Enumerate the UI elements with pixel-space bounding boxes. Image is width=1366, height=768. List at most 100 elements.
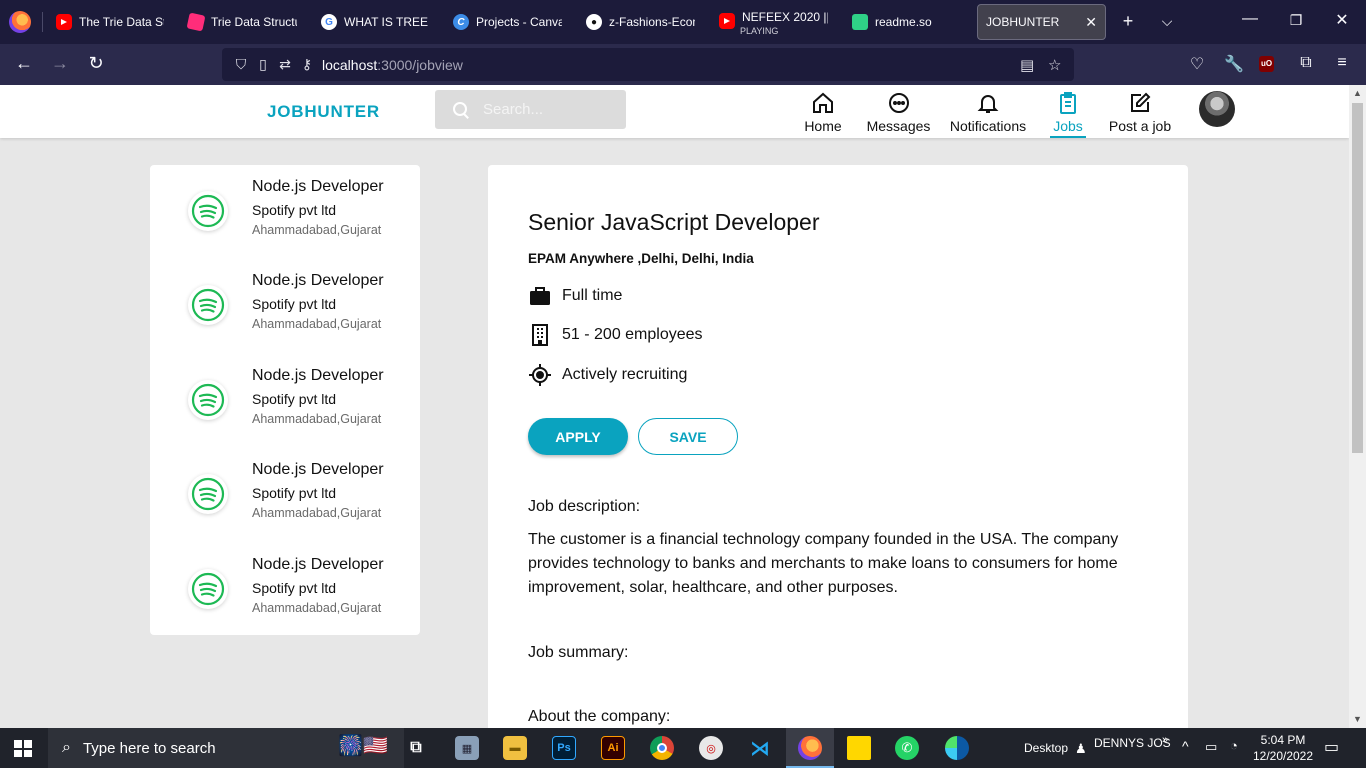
- job-list: Node.js Developer Spotify pvt ltd Ahamma…: [150, 165, 420, 635]
- nav-notifications[interactable]: Notifications: [946, 91, 1030, 138]
- scroll-thumb[interactable]: [1352, 103, 1363, 453]
- tab-jobhunter-active[interactable]: JOBHUNTER ✕: [977, 4, 1106, 40]
- wifi-icon[interactable]: ◔: [1230, 738, 1238, 753]
- recruiting-status-row: Actively recruiting: [528, 363, 687, 387]
- key-icon[interactable]: ⚷: [298, 56, 316, 73]
- job-list-item[interactable]: Node.js Developer Spotify pvt ltd Ahamma…: [150, 354, 420, 448]
- job-detail-panel: Senior JavaScript Developer EPAM Anywher…: [488, 165, 1188, 728]
- shield-icon[interactable]: ⛉: [232, 56, 250, 73]
- minimize-icon[interactable]: —: [1235, 10, 1265, 28]
- firefox-logo-icon[interactable]: [9, 11, 31, 33]
- windows-start-icon[interactable]: [14, 740, 32, 757]
- user-tray-label[interactable]: DENNYS JOS: [1094, 736, 1171, 750]
- photoshop-icon[interactable]: Ps: [552, 736, 576, 760]
- task-view-icon[interactable]: ⧉: [404, 736, 428, 760]
- vscode-icon[interactable]: ⋊: [748, 736, 772, 760]
- tab-trie-data-structure[interactable]: Trie Data Structur: [180, 4, 305, 40]
- scroll-up-icon[interactable]: ▲: [1352, 88, 1363, 98]
- new-tab-icon[interactable]: +: [1117, 11, 1139, 32]
- tab-what-is-tree[interactable]: G WHAT IS TREE DA: [313, 4, 438, 40]
- url-bar[interactable]: ⛉ ▯ ⇄ ⚷ localhost:3000/jobview ▤ ☆: [222, 48, 1074, 81]
- tab-canva-projects[interactable]: C Projects - Canva: [445, 4, 570, 40]
- wrench-icon[interactable]: 🔧: [1223, 54, 1245, 74]
- search-icon: ⌕: [62, 739, 71, 756]
- taskbar-search-box[interactable]: ⌕ Type here to search 🎆🇺🇸: [48, 728, 404, 768]
- photos-app-icon[interactable]: ▦: [455, 736, 479, 760]
- job-summary-heading: Job summary:: [528, 644, 629, 661]
- nav-post-a-job[interactable]: Post a job: [1106, 91, 1174, 138]
- back-arrow-icon[interactable]: ←: [12, 53, 36, 74]
- nav-home[interactable]: Home: [803, 91, 843, 138]
- sticky-notes-icon[interactable]: [847, 736, 871, 760]
- apply-button[interactable]: APPLY: [528, 418, 628, 455]
- close-tab-icon[interactable]: ✕: [1085, 14, 1097, 31]
- opera-gx-icon[interactable]: ◎: [699, 736, 723, 760]
- job-location: Ahammadabad,Gujarat: [252, 601, 382, 615]
- job-detail-title: Senior JavaScript Developer: [528, 209, 820, 235]
- list-tabs-chevron-icon[interactable]: ⌵: [1156, 13, 1178, 30]
- jobs-icon: [1060, 92, 1076, 114]
- job-list-item[interactable]: Node.js Developer Spotify pvt ltd Ahamma…: [150, 165, 420, 259]
- page-info-icon[interactable]: ▯: [254, 56, 272, 73]
- spotify-logo-icon: [188, 569, 228, 609]
- search-icon: [453, 101, 469, 118]
- tab-nefeex-playing[interactable]: NEFEEX 2020 || To PLAYING: [711, 4, 836, 40]
- notifications-center-icon[interactable]: ▭: [1324, 737, 1339, 757]
- tab-github-repo[interactable]: ● z-Fashions-Ecom: [578, 4, 703, 40]
- scroll-down-icon[interactable]: ▼: [1352, 714, 1363, 724]
- bookmark-star-icon[interactable]: ☆: [1048, 56, 1061, 74]
- job-list-item[interactable]: Node.js Developer Spotify pvt ltd Ahamma…: [150, 543, 420, 637]
- url-text[interactable]: localhost:3000/jobview: [322, 57, 463, 73]
- reader-view-icon[interactable]: ▤: [1020, 56, 1034, 74]
- edge-icon[interactable]: [945, 736, 969, 760]
- pocket-icon[interactable]: ♡: [1186, 54, 1208, 74]
- ublock-origin-icon[interactable]: uO: [1259, 56, 1281, 72]
- desktop-toolbar-label[interactable]: Desktop: [1024, 741, 1068, 755]
- page-scrollbar[interactable]: ▲ ▼: [1349, 85, 1366, 728]
- window-close-icon[interactable]: ✕: [1327, 10, 1357, 30]
- youtube-icon: [56, 14, 72, 30]
- tab-readme-so[interactable]: readme.so: [844, 4, 969, 40]
- search-input[interactable]: [483, 101, 613, 118]
- job-list-item[interactable]: Node.js Developer Spotify pvt ltd Ahamma…: [150, 448, 420, 542]
- firefox-icon[interactable]: [798, 736, 822, 760]
- trie-site-icon: [186, 12, 206, 32]
- home-icon: [813, 92, 833, 113]
- bell-icon: [977, 95, 999, 113]
- chevron-double-right-icon[interactable]: »: [1162, 734, 1168, 746]
- permissions-icon[interactable]: ⇄: [276, 56, 294, 73]
- building-icon: [532, 324, 548, 346]
- search-box[interactable]: [435, 90, 626, 129]
- job-company: Spotify pvt ltd: [252, 202, 337, 218]
- nav-jobs[interactable]: Jobs: [1050, 91, 1086, 138]
- job-title: Node.js Developer: [252, 556, 384, 573]
- user-tray-icon[interactable]: ♟: [1075, 741, 1087, 757]
- extensions-icon[interactable]: ⧉: [1295, 54, 1317, 72]
- whatsapp-icon[interactable]: ✆: [895, 736, 919, 760]
- chrome-icon[interactable]: [650, 736, 674, 760]
- tab-divider: [42, 12, 43, 32]
- github-icon: ●: [586, 14, 602, 30]
- reload-icon[interactable]: ↻: [84, 53, 108, 74]
- hamburger-menu-icon[interactable]: ≡: [1331, 54, 1353, 72]
- spotify-logo-icon: [188, 191, 228, 231]
- messages-icon: [888, 93, 909, 113]
- illustrator-icon[interactable]: Ai: [601, 736, 625, 760]
- show-hidden-icons-icon[interactable]: ^: [1182, 738, 1189, 754]
- job-location: Ahammadabad,Gujarat: [252, 317, 382, 331]
- employment-type-row: Full time: [528, 284, 622, 308]
- save-button[interactable]: SAVE: [638, 418, 738, 455]
- nav-messages[interactable]: Messages: [865, 91, 932, 138]
- system-clock[interactable]: 5:04 PM 12/20/2022: [1248, 732, 1318, 764]
- restore-icon[interactable]: ❐: [1281, 12, 1311, 29]
- user-avatar[interactable]: [1199, 91, 1235, 127]
- job-title: Node.js Developer: [252, 272, 384, 289]
- job-list-item[interactable]: Node.js Developer Spotify pvt ltd Ahamma…: [150, 259, 420, 353]
- battery-icon[interactable]: ▭: [1205, 739, 1217, 755]
- tab-trie-data-structure-youtube[interactable]: The Trie Data Stru: [48, 4, 172, 40]
- brand-logo[interactable]: JOBHUNTER: [267, 102, 380, 122]
- job-company: Spotify pvt ltd: [252, 391, 337, 407]
- forward-arrow-icon[interactable]: →: [48, 53, 72, 74]
- file-explorer-icon[interactable]: ▬: [503, 736, 527, 760]
- spotify-logo-icon: [188, 285, 228, 325]
